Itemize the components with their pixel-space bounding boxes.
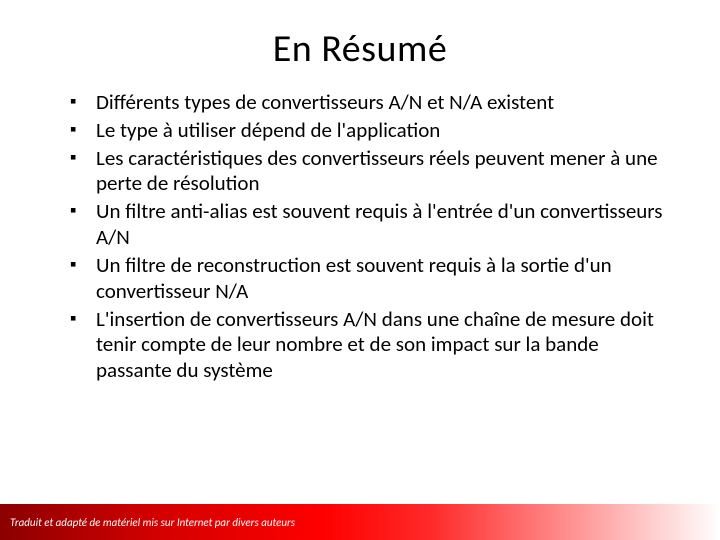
list-item: Le type à utiliser dépend de l'applicati…	[70, 118, 670, 144]
list-item: Un filtre anti-alias est souvent requis …	[70, 199, 670, 251]
bullet-list: Différents types de convertisseurs A/N e…	[70, 90, 670, 384]
footer-bar: Traduit et adapté de matériel mis sur In…	[0, 504, 720, 540]
list-item: L'insertion de convertisseurs A/N dans u…	[70, 307, 670, 384]
list-item: Les caractéristiques des convertisseurs …	[70, 146, 670, 198]
slide: En Résumé Différents types de convertiss…	[0, 0, 720, 540]
list-item: Un filtre de reconstruction est souvent …	[70, 253, 670, 305]
footer-text: Traduit et adapté de matériel mis sur In…	[10, 516, 295, 529]
slide-body: Différents types de convertisseurs A/N e…	[0, 90, 720, 384]
slide-title: En Résumé	[0, 0, 720, 90]
list-item: Différents types de convertisseurs A/N e…	[70, 90, 670, 116]
